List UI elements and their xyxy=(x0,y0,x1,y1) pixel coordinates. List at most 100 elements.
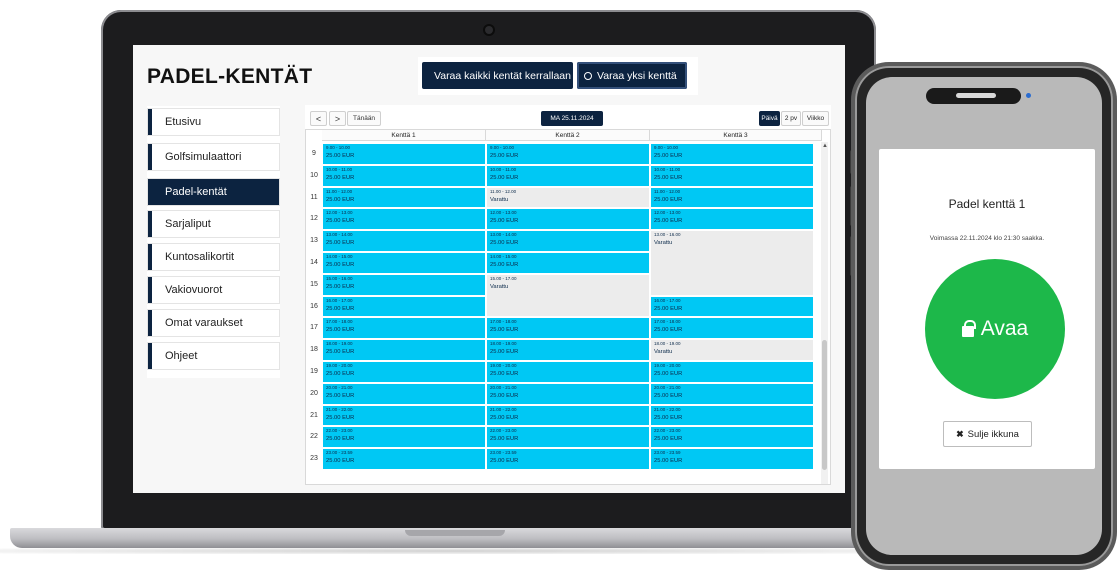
slot-price: 25.00 EUR xyxy=(654,153,683,159)
available-slot[interactable]: 18.00 - 19.00 25.00 EUR xyxy=(323,340,485,360)
sidebar-item-etusivu[interactable]: Etusivu xyxy=(147,108,280,136)
available-slot[interactable]: 13.00 - 14.00 25.00 EUR xyxy=(323,231,485,251)
slot-time: 13.00 - 14.00 xyxy=(326,232,353,238)
available-slot[interactable]: 22.00 - 23.00 25.00 EUR xyxy=(651,427,813,448)
available-slot[interactable]: 17.00 - 18.00 25.00 EUR xyxy=(651,318,813,339)
slot-time: 17.00 - 18.00 xyxy=(326,319,353,325)
slot-price: 25.00 EUR xyxy=(490,414,519,421)
phone-side-key xyxy=(850,186,854,226)
view-day-button[interactable]: Päivä xyxy=(759,111,780,126)
front-camera-icon xyxy=(1026,93,1031,98)
slot-price: 25.00 EUR xyxy=(326,436,355,443)
available-slot[interactable]: 19.00 - 20.00 25.00 EUR xyxy=(487,362,649,382)
slot-time: 10.00 - 11.00 xyxy=(326,166,353,172)
available-slot[interactable]: 9.00 - 10.00 25.00 EUR xyxy=(323,144,485,164)
sidebar-item-omat-varaukset[interactable]: Omat varaukset xyxy=(147,309,280,337)
slot-time: 12.00 - 13.00 xyxy=(654,210,681,216)
lock-icon xyxy=(961,319,976,337)
available-slot[interactable]: 20.00 - 21.00 25.00 EUR xyxy=(323,383,485,404)
available-slot[interactable]: 19.00 - 20.00 25.00 EUR xyxy=(651,362,813,382)
available-slot[interactable]: 20.00 - 21.00 25.00 EUR xyxy=(651,383,813,404)
available-slot[interactable]: 12.00 - 13.00 25.00 EUR xyxy=(323,209,485,230)
slot-time: 22.00 - 23.00 xyxy=(326,428,353,434)
prev-day-button[interactable]: < xyxy=(310,111,327,126)
next-day-button[interactable]: > xyxy=(329,111,346,126)
sidebar-item-kuntosalikortit[interactable]: Kuntosalikortit xyxy=(147,243,280,271)
available-slot[interactable]: 22.00 - 23.00 25.00 EUR xyxy=(487,427,649,448)
available-slot[interactable]: 20.00 - 21.00 25.00 EUR xyxy=(487,383,649,404)
laptop-notch xyxy=(405,530,505,536)
available-slot[interactable]: 14.00 - 15.00 25.00 EUR xyxy=(323,253,485,273)
available-slot[interactable]: 16.00 - 17.00 25.00 EUR xyxy=(651,296,813,317)
camera-icon xyxy=(485,26,493,34)
available-slot[interactable]: 12.00 - 13.00 25.00 EUR xyxy=(651,209,813,230)
slot-time: 15.00 - 16.00 xyxy=(326,275,353,281)
slot-price: 25.00 EUR xyxy=(490,371,519,377)
hour-label: 20 xyxy=(310,389,318,397)
slot-time: 16.00 - 17.00 xyxy=(326,297,353,303)
available-slot[interactable]: 10.00 - 11.00 25.00 EUR xyxy=(487,165,649,186)
column-header-court-2: Kenttä 2 xyxy=(486,130,650,141)
slot-price: 25.00 EUR xyxy=(654,458,683,465)
available-slot[interactable]: 16.00 - 17.00 25.00 EUR xyxy=(323,296,485,317)
view-week-button[interactable]: Viikko xyxy=(802,111,829,126)
available-slot[interactable]: 14.00 - 15.00 25.00 EUR xyxy=(487,253,649,273)
slot-time: 15.00 - 17.00 xyxy=(490,275,517,281)
available-slot[interactable]: 21.00 - 22.00 25.00 EUR xyxy=(651,405,813,426)
available-slot[interactable]: 9.00 - 10.00 25.00 EUR xyxy=(651,144,813,164)
hour-label: 16 xyxy=(310,302,318,310)
sidebar-item-padel-kentat[interactable]: Padel-kentät xyxy=(147,178,280,206)
slot-status: Varattu xyxy=(654,349,673,356)
slot-price: 25.00 EUR xyxy=(654,327,683,334)
available-slot[interactable]: 11.00 - 12.00 25.00 EUR xyxy=(651,187,813,208)
sidebar-item-sarjaliput[interactable]: Sarjaliput xyxy=(147,210,280,238)
calendar-scroll-thumb[interactable] xyxy=(822,340,827,470)
book-all-courts-button[interactable]: Varaa kaikki kentät kerrallaan xyxy=(422,62,573,89)
slot-time: 9.00 - 10.00 xyxy=(490,145,515,150)
available-slot[interactable]: 12.00 - 13.00 25.00 EUR xyxy=(487,209,649,230)
slot-price: 25.00 EUR xyxy=(326,174,355,181)
available-slot[interactable]: 17.00 - 18.00 25.00 EUR xyxy=(487,318,649,339)
hour-label: 18 xyxy=(310,346,318,354)
available-slot[interactable]: 13.00 - 14.00 25.00 EUR xyxy=(487,231,649,251)
slot-time: 13.00 - 14.00 xyxy=(490,232,517,238)
slot-time: 18.00 - 19.00 xyxy=(326,341,353,347)
available-slot[interactable]: 23.00 - 23.59 25.00 EUR xyxy=(651,449,813,469)
sidebar-item-vakiovuorot[interactable]: Vakiovuorot xyxy=(147,276,280,304)
sidebar: Etusivu Golfsimulaattori Padel-kentät Sa… xyxy=(147,106,280,378)
available-slot[interactable]: 18.00 - 19.00 25.00 EUR xyxy=(487,340,649,360)
available-slot[interactable]: 22.00 - 23.00 25.00 EUR xyxy=(323,427,485,448)
close-window-button[interactable]: ✖ Sulje ikkuna xyxy=(943,421,1032,447)
available-slot[interactable]: 9.00 - 10.00 25.00 EUR xyxy=(487,144,649,164)
open-door-label: Avaa xyxy=(980,317,1029,340)
sidebar-item-label: Sarjaliput xyxy=(165,218,211,230)
available-slot[interactable]: 11.00 - 12.00 25.00 EUR xyxy=(323,187,485,208)
open-door-button[interactable]: Avaa xyxy=(925,259,1065,399)
slot-time: 21.00 - 22.00 xyxy=(326,406,353,412)
book-one-court-button[interactable]: Varaa yksi kenttä xyxy=(577,62,687,89)
slot-price: 25.00 EUR xyxy=(326,327,355,334)
hour-label: 23 xyxy=(310,455,318,463)
today-button[interactable]: Tänään xyxy=(347,111,382,126)
hour-label: 13 xyxy=(310,237,318,245)
slot-time: 18.00 - 19.00 xyxy=(654,341,681,347)
view-2-days-button[interactable]: 2 pv xyxy=(781,111,801,126)
scroll-up-icon[interactable]: ▲ xyxy=(822,143,828,149)
slot-price: 25.00 EUR xyxy=(654,174,683,181)
available-slot[interactable]: 21.00 - 22.00 25.00 EUR xyxy=(487,405,649,426)
available-slot[interactable]: 17.00 - 18.00 25.00 EUR xyxy=(323,318,485,339)
sidebar-item-label: Ohjeet xyxy=(165,350,198,362)
slot-time: 21.00 - 22.00 xyxy=(654,406,681,412)
available-slot[interactable]: 10.00 - 11.00 25.00 EUR xyxy=(651,165,813,186)
calendar-grid: Kenttä 1 Kenttä 2 Kenttä 3 ▲ 9 10 11 12 13 14… xyxy=(305,129,831,485)
available-slot[interactable]: 21.00 - 22.00 25.00 EUR xyxy=(323,405,485,426)
available-slot[interactable]: 23.00 - 23.59 25.00 EUR xyxy=(487,449,649,469)
available-slot[interactable]: 19.00 - 20.00 25.00 EUR xyxy=(323,362,485,382)
available-slot[interactable]: 10.00 - 11.00 25.00 EUR xyxy=(323,165,485,186)
available-slot[interactable]: 23.00 - 23.59 25.00 EUR xyxy=(323,449,485,469)
sidebar-item-golfsimulaattori[interactable]: Golfsimulaattori xyxy=(147,143,280,171)
slot-price: 25.00 EUR xyxy=(326,218,355,225)
laptop-screen: PADEL-KENTÄT Varaa kaikki kentät kerrall… xyxy=(133,45,845,493)
sidebar-item-ohjeet[interactable]: Ohjeet xyxy=(147,342,280,370)
available-slot[interactable]: 15.00 - 16.00 25.00 EUR xyxy=(323,274,485,295)
